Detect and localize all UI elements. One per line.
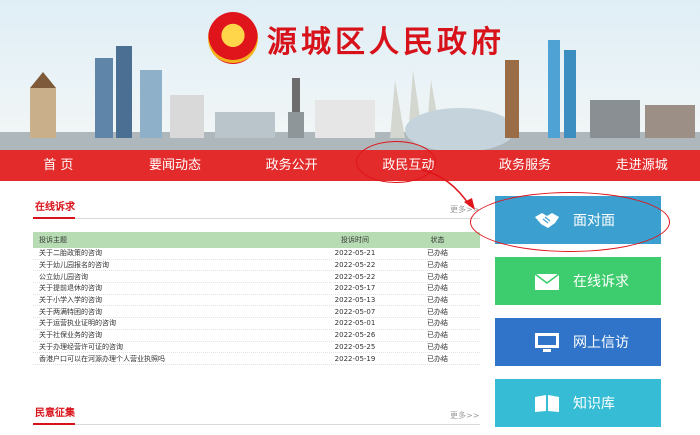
row-status: 已办结 [427, 249, 448, 258]
row-status: 已办结 [427, 331, 448, 340]
nav-about-city[interactable]: 走进源城 [583, 150, 700, 181]
row-time: 2022-05-25 [334, 342, 376, 351]
nav-news[interactable]: 要闻动态 [117, 150, 234, 181]
table-row[interactable]: 公立幼儿园咨询 2022-05-22 已办结 [33, 271, 480, 284]
knowledge-base-button[interactable]: 知识库 [495, 379, 661, 427]
opinion-more-link[interactable]: 更多>> [450, 410, 479, 421]
table-row[interactable]: 关于幼儿园报名的咨询 2022-05-22 已办结 [33, 260, 480, 272]
row-status: 已办结 [427, 319, 448, 328]
opinion-section-title: 民意征集 [35, 408, 75, 419]
header-time: 投诉时间 [341, 236, 369, 244]
row-status: 已办结 [427, 296, 448, 305]
table-row[interactable]: 关于办理经营许可证的咨询 2022-05-25 已办结 [33, 342, 480, 354]
book-icon [533, 389, 561, 417]
row-time: 2022-05-19 [334, 354, 376, 363]
table-row[interactable]: 关于社保业务的咨询 2022-05-26 已办结 [33, 330, 480, 342]
row-topic[interactable]: 关于运营执业证明的咨询 [33, 318, 315, 328]
row-topic[interactable]: 关于两满特困的咨询 [33, 307, 315, 317]
header-status: 状态 [430, 236, 445, 244]
online-letters-button[interactable]: 网上信访 [495, 318, 661, 366]
highlight-ellipse [470, 192, 670, 252]
row-status: 已办结 [427, 342, 448, 351]
row-status: 已办结 [427, 261, 448, 270]
row-topic[interactable]: 关于社保业务的咨询 [33, 330, 315, 340]
table-row[interactable]: 关于小学入学的咨询 2022-05-13 已办结 [33, 295, 480, 307]
online-petition-button[interactable]: 在线诉求 [495, 257, 661, 305]
divider [33, 218, 480, 219]
petition-section-title: 在线诉求 [35, 202, 75, 213]
header-topic: 投诉主题 [39, 236, 67, 244]
main-nav: 首 页 要闻动态 政务公开 政民互动 政务服务 走进源城 [0, 150, 700, 181]
divider [33, 217, 75, 219]
row-time: 2022-05-13 [334, 296, 376, 305]
header-banner: ★ 源城区人民政府 [0, 0, 700, 150]
online-letters-label: 网上信访 [573, 335, 629, 351]
row-topic[interactable]: 关于办理经营许可证的咨询 [33, 342, 315, 352]
table-header: 投诉主题 投诉时间 状态 [33, 232, 480, 248]
row-time: 2022-05-01 [334, 319, 376, 328]
row-time: 2022-05-22 [334, 272, 376, 281]
row-time: 2022-05-17 [334, 284, 376, 293]
row-topic[interactable]: 关于幼儿园报名的咨询 [33, 260, 315, 270]
table-row[interactable]: 关于二胎政策的咨询 2022-05-21 已办结 [33, 248, 480, 260]
knowledge-base-label: 知识库 [573, 396, 615, 412]
nav-services[interactable]: 政务服务 [467, 150, 584, 181]
table-row[interactable]: 关于两满特困的咨询 2022-05-07 已办结 [33, 306, 480, 319]
row-topic[interactable]: 关于提前退休的咨询 [33, 283, 315, 293]
divider [33, 423, 75, 425]
table-row[interactable]: 香港户口可以在河源办理个人营业执照吗 2022-05-19 已办结 [33, 353, 480, 365]
row-topic[interactable]: 公立幼儿园咨询 [33, 272, 315, 282]
online-petition-label: 在线诉求 [573, 274, 629, 290]
city-skyline-image [0, 40, 700, 150]
divider [33, 424, 480, 425]
table-row[interactable]: 关于运营执业证明的咨询 2022-05-01 已办结 [33, 318, 480, 330]
row-topic[interactable]: 关于小学入学的咨询 [33, 295, 315, 305]
petition-table: 投诉主题 投诉时间 状态 关于二胎政策的咨询 2022-05-21 已办结 关于幼儿… [33, 232, 480, 365]
nav-gov-affairs[interactable]: 政务公开 [233, 150, 350, 181]
nav-home[interactable]: 首 页 [0, 150, 117, 181]
row-time: 2022-05-26 [334, 331, 376, 340]
envelope-icon [533, 267, 561, 295]
row-status: 已办结 [427, 307, 448, 316]
monitor-icon [533, 328, 561, 356]
row-time: 2022-05-07 [334, 307, 376, 316]
row-topic[interactable]: 香港户口可以在河源办理个人营业执照吗 [33, 354, 315, 364]
row-status: 已办结 [427, 272, 448, 281]
row-topic[interactable]: 关于二胎政策的咨询 [33, 248, 315, 258]
table-row[interactable]: 关于提前退休的咨询 2022-05-17 已办结 [33, 283, 480, 295]
row-time: 2022-05-21 [334, 249, 376, 258]
row-status: 已办结 [427, 354, 448, 363]
red-arrow-icon [421, 169, 475, 210]
row-time: 2022-05-22 [334, 261, 376, 270]
row-status: 已办结 [427, 284, 448, 293]
